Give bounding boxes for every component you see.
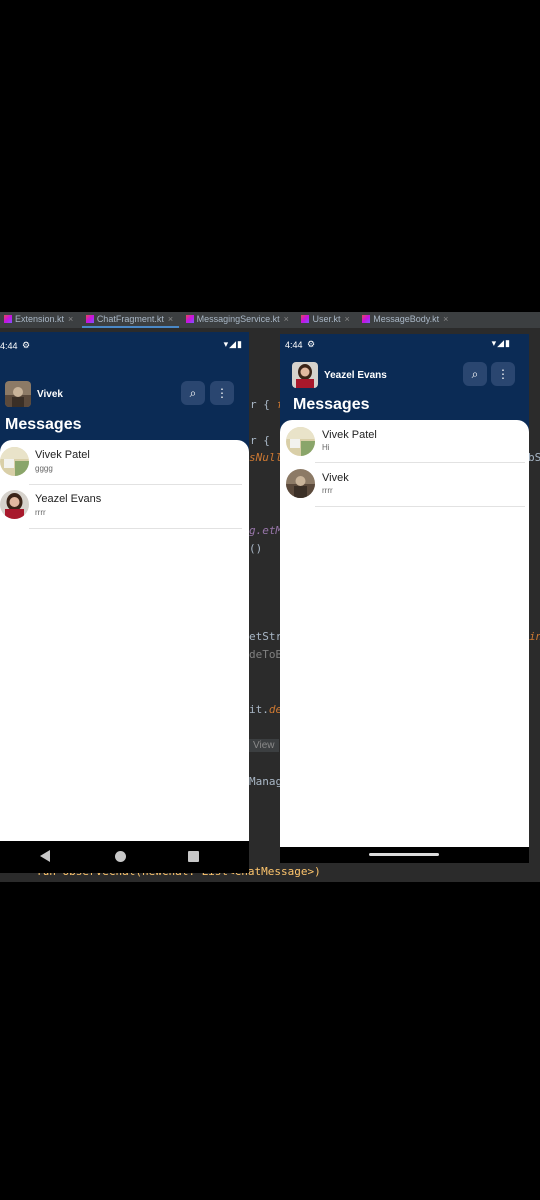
close-tab-icon[interactable]: × xyxy=(443,314,448,324)
more-vert-icon: ⋮ xyxy=(216,386,228,400)
close-tab-icon[interactable]: × xyxy=(68,314,73,324)
search-button[interactable]: ⌕ xyxy=(181,381,205,405)
left-phone-screen: 4:44 ⚙ ▾◢▮ Vivek ⌕ ⋮ Messages Vivek Pate… xyxy=(0,332,249,873)
chat-last-message: rrrr xyxy=(322,486,333,495)
more-options-button[interactable]: ⋮ xyxy=(491,362,515,386)
tab-messagingservice[interactable]: MessagingService.kt × xyxy=(182,312,295,328)
code-fragment: g.etM xyxy=(249,524,283,537)
home-nav-icon[interactable] xyxy=(115,851,126,862)
chat-avatar xyxy=(286,427,315,456)
app-bar: 4:44 ⚙ ▾◢▮ Yeazel Evans ⌕ ⋮ Messages xyxy=(280,334,529,434)
tab-extension[interactable]: Extension.kt × xyxy=(0,312,79,328)
chat-last-message: rrrr xyxy=(35,508,46,517)
chat-last-message: Hi xyxy=(322,443,330,452)
screenshot-stage: Extension.kt × ChatFragment.kt × Messaging… xyxy=(0,0,540,1200)
list-divider xyxy=(29,528,242,529)
chat-avatar xyxy=(0,490,29,519)
code-fragment: sNull xyxy=(249,451,283,464)
chat-last-message: gggg xyxy=(35,464,53,473)
status-bar: 4:44 ⚙ ▾◢▮ xyxy=(0,332,249,356)
tab-messagebody[interactable]: MessageBody.kt × xyxy=(358,312,454,328)
chat-list-item[interactable]: Yeazel Evans rrrr xyxy=(0,484,249,528)
chat-contact-name: Vivek xyxy=(322,472,349,484)
contact-photo-icon xyxy=(286,469,315,498)
kotlin-file-icon xyxy=(85,315,94,323)
chat-avatar xyxy=(0,447,29,476)
profile-photo-icon xyxy=(292,362,318,388)
chat-contact-name: Vivek Patel xyxy=(35,449,90,461)
chat-list: Vivek Patel Hi Vivek rrrr xyxy=(280,420,529,850)
tab-chatfragment[interactable]: ChatFragment.kt × xyxy=(81,312,180,328)
recents-nav-icon[interactable] xyxy=(188,851,199,862)
chat-contact-name: Vivek Patel xyxy=(322,429,377,441)
status-time: 4:44 xyxy=(0,341,18,351)
chat-list: Vivek Patel gggg Yeazel Evans rrrr xyxy=(0,440,249,840)
app-bar: 4:44 ⚙ ▾◢▮ Vivek ⌕ ⋮ Messages xyxy=(0,332,249,452)
more-options-button[interactable]: ⋮ xyxy=(210,381,234,405)
toolbar-title: Yeazel Evans xyxy=(324,370,387,381)
code-fragment: Manag xyxy=(249,775,283,788)
close-tab-icon[interactable]: × xyxy=(284,314,289,324)
code-fragment: etStr xyxy=(249,630,283,643)
code-fragment: it.de xyxy=(249,703,283,716)
search-button[interactable]: ⌕ xyxy=(463,362,487,386)
code-fragment: r { xyxy=(250,434,270,447)
profile-photo-icon xyxy=(5,381,31,407)
contact-photo-icon xyxy=(0,447,29,476)
chat-list-item[interactable]: Vivek Patel gggg xyxy=(0,440,249,484)
close-tab-icon[interactable]: × xyxy=(344,314,349,324)
right-phone-screen: 4:44 ⚙ ▾◢▮ Yeazel Evans ⌕ ⋮ Messages Viv… xyxy=(280,334,529,863)
kotlin-file-icon xyxy=(185,315,194,323)
status-time: 4:44 xyxy=(285,340,303,350)
settings-status-icon: ⚙ xyxy=(22,340,31,350)
profile-avatar[interactable] xyxy=(5,381,31,407)
profile-avatar[interactable] xyxy=(292,362,318,388)
navigation-bar xyxy=(0,841,249,873)
messages-heading: Messages xyxy=(293,396,370,413)
inline-hint-chip: View xyxy=(249,739,279,752)
system-status-icons: ▾◢▮ xyxy=(491,338,511,348)
kotlin-file-icon xyxy=(301,315,310,323)
tab-user[interactable]: User.kt × xyxy=(297,312,355,328)
system-status-icons: ▾◢▮ xyxy=(223,339,243,349)
toolbar-title: Vivek xyxy=(37,389,63,400)
list-divider xyxy=(315,506,525,507)
code-fragment: in xyxy=(529,630,540,643)
code-fragment: () xyxy=(249,542,263,555)
contact-photo-icon xyxy=(0,490,29,519)
code-fragment: r { f xyxy=(250,398,283,411)
code-fragment: bS xyxy=(528,451,540,464)
chat-avatar xyxy=(286,469,315,498)
settings-status-icon: ⚙ xyxy=(307,339,316,349)
chat-list-item[interactable]: Vivek rrrr xyxy=(280,462,529,506)
back-nav-icon[interactable] xyxy=(40,850,50,862)
more-vert-icon: ⋮ xyxy=(497,367,509,381)
editor-tab-bar: Extension.kt × ChatFragment.kt × Messaging… xyxy=(0,312,540,328)
chat-contact-name: Yeazel Evans xyxy=(35,493,102,505)
status-bar: 4:44 ⚙ ▾◢▮ xyxy=(280,334,529,358)
messages-heading: Messages xyxy=(5,416,82,433)
kotlin-file-icon xyxy=(4,315,12,323)
close-tab-icon[interactable]: × xyxy=(168,314,173,324)
search-icon: ⌕ xyxy=(189,386,197,400)
chat-list-item[interactable]: Vivek Patel Hi xyxy=(280,420,529,464)
search-icon: ⌕ xyxy=(471,367,479,381)
code-fragment: deToB xyxy=(249,648,283,661)
home-gesture-handle[interactable] xyxy=(369,853,439,856)
gesture-bar xyxy=(280,847,529,863)
kotlin-file-icon xyxy=(362,315,371,323)
contact-photo-icon xyxy=(286,427,315,456)
